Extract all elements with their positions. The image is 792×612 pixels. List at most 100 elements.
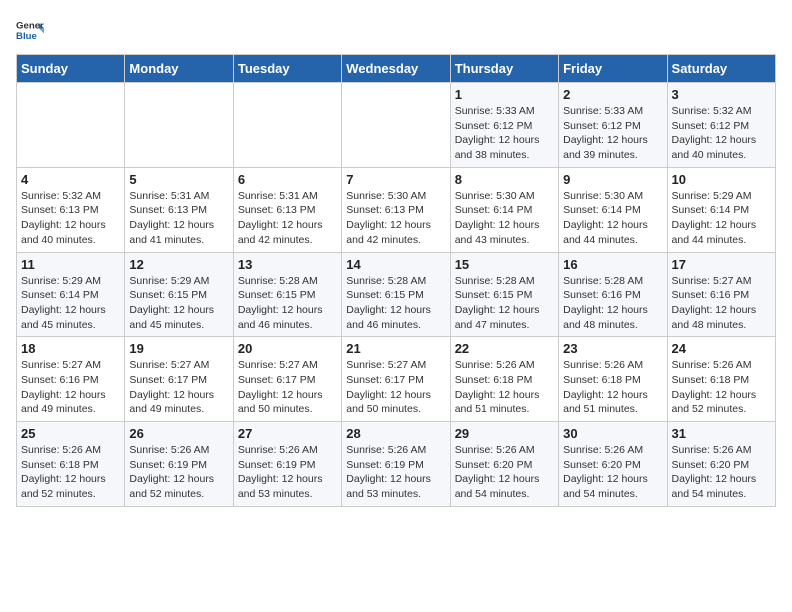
calendar-table: SundayMondayTuesdayWednesdayThursdayFrid… bbox=[16, 54, 776, 507]
day-detail: Sunrise: 5:28 AM Sunset: 6:15 PM Dayligh… bbox=[346, 274, 445, 333]
day-detail: Sunrise: 5:26 AM Sunset: 6:18 PM Dayligh… bbox=[563, 358, 662, 417]
calendar-cell: 3 Sunrise: 5:32 AM Sunset: 6:12 PM Daylig… bbox=[667, 83, 775, 168]
day-detail: Sunrise: 5:27 AM Sunset: 6:17 PM Dayligh… bbox=[238, 358, 337, 417]
calendar-cell: 4 Sunrise: 5:32 AM Sunset: 6:13 PM Daylig… bbox=[17, 167, 125, 252]
weekday-friday: Friday bbox=[559, 55, 667, 83]
weekday-sunday: Sunday bbox=[17, 55, 125, 83]
day-number: 5 bbox=[129, 172, 228, 187]
day-number: 4 bbox=[21, 172, 120, 187]
day-detail: Sunrise: 5:26 AM Sunset: 6:19 PM Dayligh… bbox=[238, 443, 337, 502]
day-number: 17 bbox=[672, 257, 771, 272]
day-detail: Sunrise: 5:30 AM Sunset: 6:13 PM Dayligh… bbox=[346, 189, 445, 248]
day-detail: Sunrise: 5:27 AM Sunset: 6:17 PM Dayligh… bbox=[129, 358, 228, 417]
calendar-cell: 11 Sunrise: 5:29 AM Sunset: 6:14 PM Dayli… bbox=[17, 252, 125, 337]
day-detail: Sunrise: 5:32 AM Sunset: 6:13 PM Dayligh… bbox=[21, 189, 120, 248]
calendar-cell: 13 Sunrise: 5:28 AM Sunset: 6:15 PM Dayli… bbox=[233, 252, 341, 337]
week-row-5: 25 Sunrise: 5:26 AM Sunset: 6:18 PM Dayli… bbox=[17, 422, 776, 507]
day-detail: Sunrise: 5:26 AM Sunset: 6:18 PM Dayligh… bbox=[672, 358, 771, 417]
day-detail: Sunrise: 5:26 AM Sunset: 6:18 PM Dayligh… bbox=[21, 443, 120, 502]
day-number: 11 bbox=[21, 257, 120, 272]
week-row-2: 4 Sunrise: 5:32 AM Sunset: 6:13 PM Daylig… bbox=[17, 167, 776, 252]
day-number: 6 bbox=[238, 172, 337, 187]
day-detail: Sunrise: 5:27 AM Sunset: 6:16 PM Dayligh… bbox=[21, 358, 120, 417]
day-number: 9 bbox=[563, 172, 662, 187]
day-detail: Sunrise: 5:26 AM Sunset: 6:19 PM Dayligh… bbox=[129, 443, 228, 502]
day-detail: Sunrise: 5:33 AM Sunset: 6:12 PM Dayligh… bbox=[455, 104, 554, 163]
calendar-cell: 28Sunrise: 5:26 AM Sunset: 6:19 PM Dayli… bbox=[342, 422, 450, 507]
logo: General Blue bbox=[16, 16, 44, 44]
day-number: 20 bbox=[238, 341, 337, 356]
calendar-cell: 21 Sunrise: 5:27 AM Sunset: 6:17 PM Dayli… bbox=[342, 337, 450, 422]
day-detail: Sunrise: 5:29 AM Sunset: 6:14 PM Dayligh… bbox=[672, 189, 771, 248]
calendar-cell: 15Sunrise: 5:28 AM Sunset: 6:15 PM Dayli… bbox=[450, 252, 558, 337]
day-number: 1 bbox=[455, 87, 554, 102]
day-detail: Sunrise: 5:27 AM Sunset: 6:16 PM Dayligh… bbox=[672, 274, 771, 333]
calendar-cell: 6 Sunrise: 5:31 AM Sunset: 6:13 PM Daylig… bbox=[233, 167, 341, 252]
day-number: 30 bbox=[563, 426, 662, 441]
day-number: 13 bbox=[238, 257, 337, 272]
calendar-cell bbox=[233, 83, 341, 168]
day-number: 25 bbox=[21, 426, 120, 441]
day-number: 3 bbox=[672, 87, 771, 102]
day-detail: Sunrise: 5:26 AM Sunset: 6:20 PM Dayligh… bbox=[672, 443, 771, 502]
day-number: 24 bbox=[672, 341, 771, 356]
day-detail: Sunrise: 5:26 AM Sunset: 6:20 PM Dayligh… bbox=[563, 443, 662, 502]
day-detail: Sunrise: 5:28 AM Sunset: 6:15 PM Dayligh… bbox=[238, 274, 337, 333]
day-number: 27 bbox=[238, 426, 337, 441]
day-detail: Sunrise: 5:31 AM Sunset: 6:13 PM Dayligh… bbox=[238, 189, 337, 248]
day-number: 10 bbox=[672, 172, 771, 187]
logo-icon: General Blue bbox=[16, 16, 44, 44]
day-number: 18 bbox=[21, 341, 120, 356]
calendar-cell: 24 Sunrise: 5:26 AM Sunset: 6:18 PM Dayli… bbox=[667, 337, 775, 422]
day-number: 21 bbox=[346, 341, 445, 356]
day-detail: Sunrise: 5:33 AM Sunset: 6:12 PM Dayligh… bbox=[563, 104, 662, 163]
calendar-cell: 20 Sunrise: 5:27 AM Sunset: 6:17 PM Dayli… bbox=[233, 337, 341, 422]
calendar-cell: 29 Sunrise: 5:26 AM Sunset: 6:20 PM Dayli… bbox=[450, 422, 558, 507]
weekday-thursday: Thursday bbox=[450, 55, 558, 83]
week-row-3: 11 Sunrise: 5:29 AM Sunset: 6:14 PM Dayli… bbox=[17, 252, 776, 337]
calendar-cell: 26 Sunrise: 5:26 AM Sunset: 6:19 PM Dayli… bbox=[125, 422, 233, 507]
calendar-cell: 1 Sunrise: 5:33 AM Sunset: 6:12 PM Daylig… bbox=[450, 83, 558, 168]
week-row-4: 18 Sunrise: 5:27 AM Sunset: 6:16 PM Dayli… bbox=[17, 337, 776, 422]
day-number: 14 bbox=[346, 257, 445, 272]
calendar-cell bbox=[342, 83, 450, 168]
day-number: 8 bbox=[455, 172, 554, 187]
calendar-cell: 16Sunrise: 5:28 AM Sunset: 6:16 PM Dayli… bbox=[559, 252, 667, 337]
day-number: 7 bbox=[346, 172, 445, 187]
weekday-tuesday: Tuesday bbox=[233, 55, 341, 83]
calendar-cell: 25 Sunrise: 5:26 AM Sunset: 6:18 PM Dayli… bbox=[17, 422, 125, 507]
calendar-cell: 12Sunrise: 5:29 AM Sunset: 6:15 PM Dayli… bbox=[125, 252, 233, 337]
calendar-cell: 22Sunrise: 5:26 AM Sunset: 6:18 PM Dayli… bbox=[450, 337, 558, 422]
day-detail: Sunrise: 5:26 AM Sunset: 6:20 PM Dayligh… bbox=[455, 443, 554, 502]
week-row-1: 1 Sunrise: 5:33 AM Sunset: 6:12 PM Daylig… bbox=[17, 83, 776, 168]
calendar-cell bbox=[125, 83, 233, 168]
calendar-cell: 30 Sunrise: 5:26 AM Sunset: 6:20 PM Dayli… bbox=[559, 422, 667, 507]
weekday-saturday: Saturday bbox=[667, 55, 775, 83]
calendar-cell: 31 Sunrise: 5:26 AM Sunset: 6:20 PM Dayli… bbox=[667, 422, 775, 507]
day-number: 15 bbox=[455, 257, 554, 272]
day-detail: Sunrise: 5:29 AM Sunset: 6:15 PM Dayligh… bbox=[129, 274, 228, 333]
calendar-cell: 10 Sunrise: 5:29 AM Sunset: 6:14 PM Dayli… bbox=[667, 167, 775, 252]
day-detail: Sunrise: 5:27 AM Sunset: 6:17 PM Dayligh… bbox=[346, 358, 445, 417]
calendar-cell bbox=[17, 83, 125, 168]
day-detail: Sunrise: 5:31 AM Sunset: 6:13 PM Dayligh… bbox=[129, 189, 228, 248]
calendar-cell: 9Sunrise: 5:30 AM Sunset: 6:14 PM Daylig… bbox=[559, 167, 667, 252]
page-header: General Blue bbox=[16, 16, 776, 44]
day-number: 31 bbox=[672, 426, 771, 441]
calendar-cell: 8 Sunrise: 5:30 AM Sunset: 6:14 PM Daylig… bbox=[450, 167, 558, 252]
calendar-cell: 17 Sunrise: 5:27 AM Sunset: 6:16 PM Dayli… bbox=[667, 252, 775, 337]
calendar-cell: 27 Sunrise: 5:26 AM Sunset: 6:19 PM Dayli… bbox=[233, 422, 341, 507]
calendar-cell: 2Sunrise: 5:33 AM Sunset: 6:12 PM Daylig… bbox=[559, 83, 667, 168]
svg-text:Blue: Blue bbox=[16, 31, 37, 42]
day-number: 16 bbox=[563, 257, 662, 272]
weekday-monday: Monday bbox=[125, 55, 233, 83]
day-number: 26 bbox=[129, 426, 228, 441]
calendar-cell: 23 Sunrise: 5:26 AM Sunset: 6:18 PM Dayli… bbox=[559, 337, 667, 422]
day-detail: Sunrise: 5:30 AM Sunset: 6:14 PM Dayligh… bbox=[455, 189, 554, 248]
day-number: 23 bbox=[563, 341, 662, 356]
weekday-wednesday: Wednesday bbox=[342, 55, 450, 83]
calendar-cell: 5 Sunrise: 5:31 AM Sunset: 6:13 PM Daylig… bbox=[125, 167, 233, 252]
day-detail: Sunrise: 5:32 AM Sunset: 6:12 PM Dayligh… bbox=[672, 104, 771, 163]
day-number: 29 bbox=[455, 426, 554, 441]
day-detail: Sunrise: 5:29 AM Sunset: 6:14 PM Dayligh… bbox=[21, 274, 120, 333]
